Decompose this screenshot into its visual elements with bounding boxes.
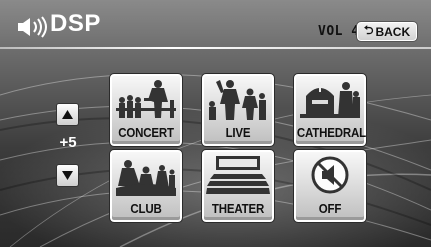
header-bar: DSP VOL 40 ⮌ BACK [0,0,431,49]
preset-live-button[interactable]: LIVE [201,73,275,147]
preset-concert-label: CONCERT [118,126,174,140]
speaker-sound-icon [18,16,47,38]
level-value: +5 [59,134,77,151]
preset-off-button[interactable]: OFF [293,149,367,223]
triangle-up-icon [62,110,73,119]
preset-off-label: OFF [318,202,342,216]
page-title: DSP [50,10,101,37]
preset-club-button[interactable]: CLUB [109,149,183,223]
preset-club-label: CLUB [130,202,162,216]
preset-cathedral-button[interactable]: CATHEDRAL [293,73,367,147]
preset-theater-button[interactable]: THEATER [201,149,275,223]
level-up-button[interactable] [56,103,79,126]
header-divider [0,47,431,49]
preset-theater-label: THEATER [211,202,265,216]
cathedral-icon [300,82,360,118]
back-button-label: BACK [375,24,411,39]
preset-live-label: LIVE [225,126,251,140]
return-arrow-icon: ⮌ [363,23,374,37]
preset-concert-button[interactable]: CONCERT [109,73,183,147]
club-icon [116,160,176,196]
speaker-muted-icon [311,156,349,194]
dsp-screen: DSP VOL 40 ⮌ BACK +5 CONCERT LIVE CATHED… [0,0,431,247]
level-down-button[interactable] [56,164,79,187]
triangle-down-icon [62,171,73,180]
theater-icon [206,156,270,194]
back-button[interactable]: ⮌ BACK [356,21,418,42]
live-icon [209,80,266,120]
preset-cathedral-label: CATHEDRAL [296,126,366,140]
concert-icon [116,80,176,118]
